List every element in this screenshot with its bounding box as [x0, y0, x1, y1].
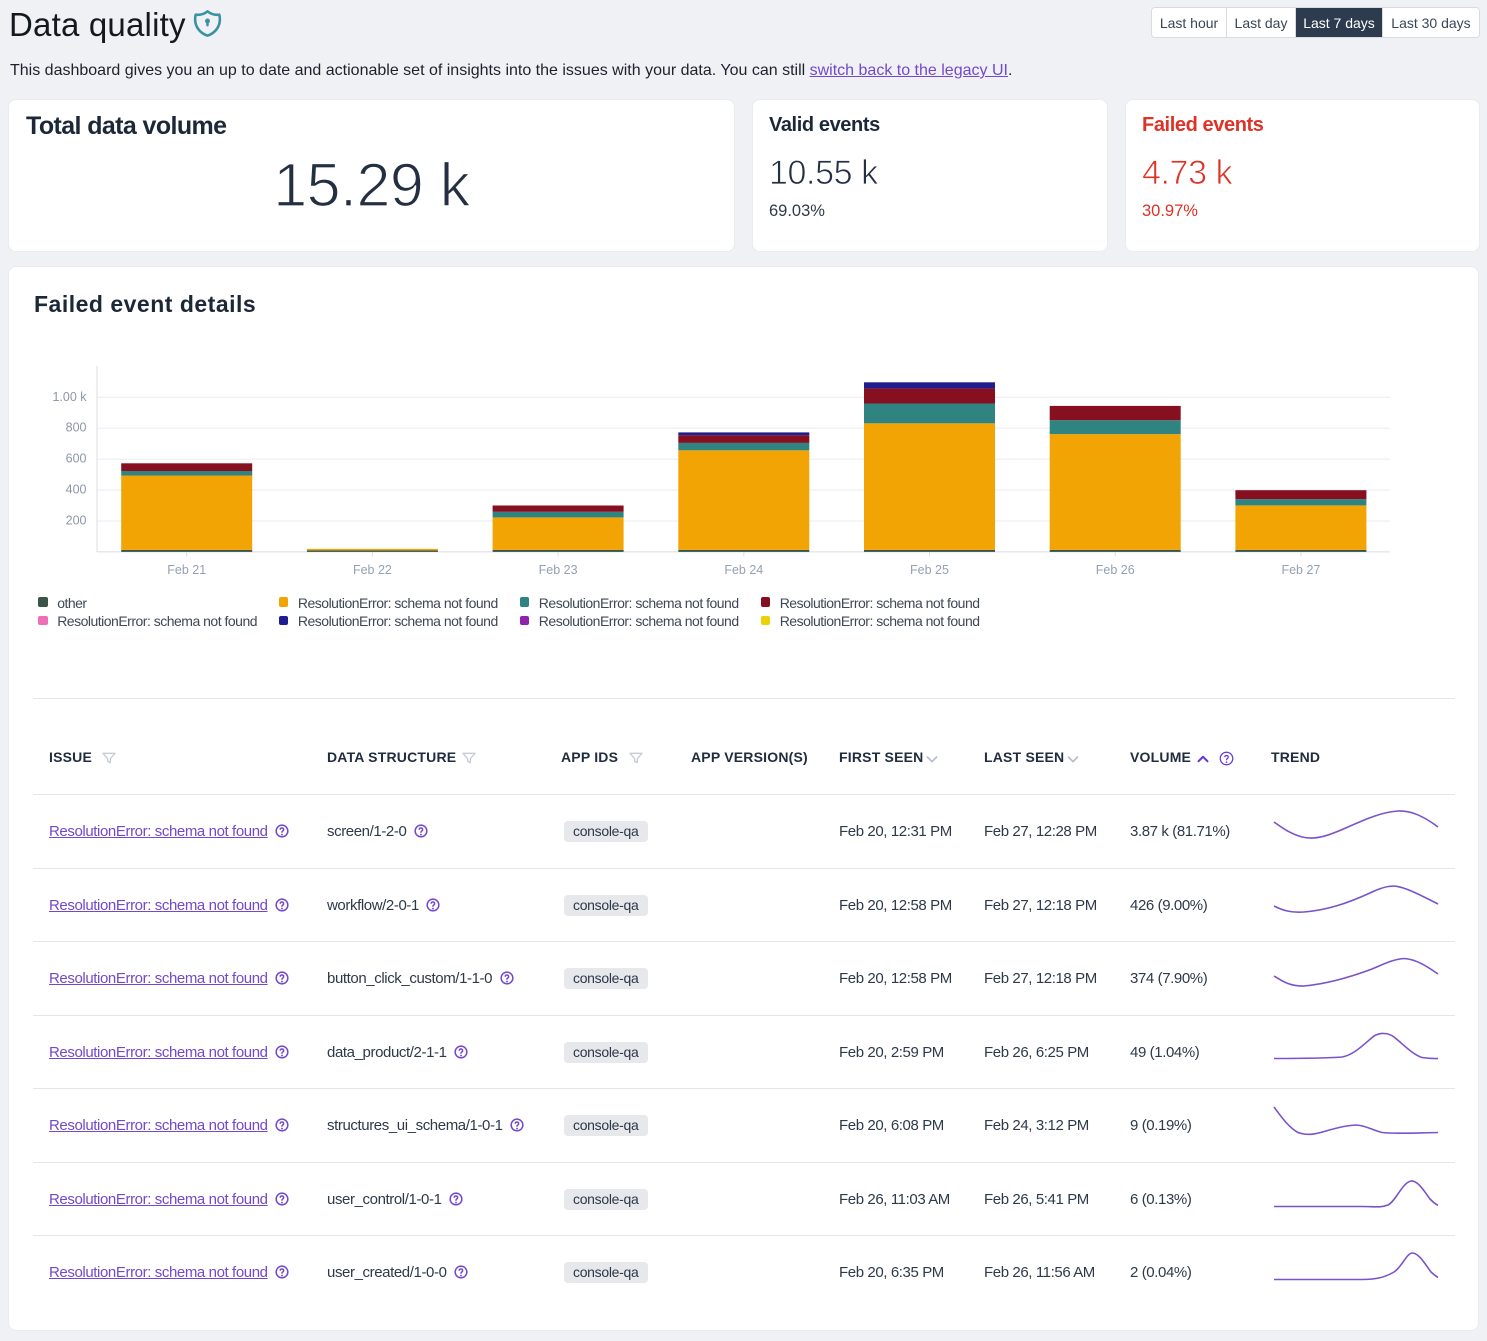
- svg-text:800: 800: [66, 421, 87, 435]
- svg-text:Feb 27: Feb 27: [1281, 563, 1320, 577]
- svg-text:Feb 23: Feb 23: [539, 563, 578, 577]
- svg-text:400: 400: [66, 483, 87, 497]
- svg-text:Feb 22: Feb 22: [353, 563, 392, 577]
- svg-text:Feb 21: Feb 21: [167, 563, 206, 577]
- svg-text:200: 200: [66, 514, 87, 528]
- svg-text:Feb 24: Feb 24: [724, 563, 763, 577]
- svg-text:Feb 25: Feb 25: [910, 563, 949, 577]
- svg-text:Feb 26: Feb 26: [1096, 563, 1135, 577]
- svg-text:1.00 k: 1.00 k: [52, 390, 87, 404]
- svg-text:600: 600: [66, 452, 87, 466]
